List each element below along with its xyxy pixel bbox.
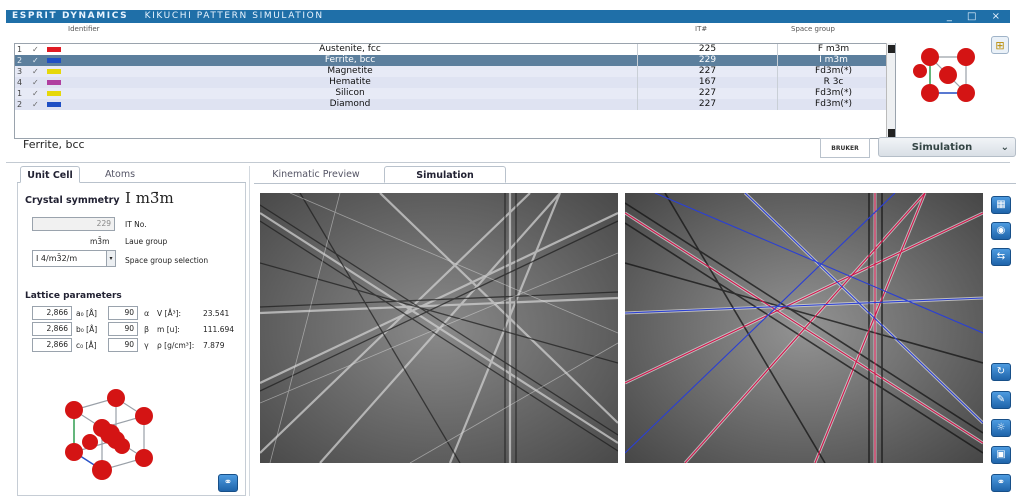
compare-icon[interactable]: ⇆ [991,248,1011,266]
density-label: ρ [g/cm³]: [157,341,195,350]
unit-cell-model-view[interactable] [50,382,160,494]
phase-color-swatch[interactable] [47,102,61,107]
alpha-symbol: α [144,309,150,318]
table-row[interactable]: 1 ✓ Austenite, fcc 225 F m3m [15,44,895,55]
phase-identifier: Ferrite, bcc [324,55,376,65]
link-icon[interactable]: ⚭ [218,474,238,492]
phase-identifier: Silicon [335,88,365,98]
crystal-symmetry-label: Crystal symmetry [25,195,120,206]
save-icon[interactable]: ▣ [991,446,1011,464]
lattice-b-label: b₀ [Å] [76,325,98,334]
tab-unit-cell[interactable]: Unit Cell [20,166,80,183]
table-row-selected[interactable]: 2 ✓ Ferrite, bcc 229 I m3m [15,55,895,66]
tab-kinematic-preview[interactable]: Kinematic Preview [256,166,376,183]
visible-checkbox[interactable]: ✓ [32,88,39,99]
lattice-b-field[interactable]: 2,866 [32,322,72,336]
phase-table-area: Identifier IT# Space group 1 ✓ Austenite… [6,23,1010,139]
lattice-c-label: c₀ [Å] [76,341,97,350]
divider [6,162,1010,163]
phase-color-swatch[interactable] [47,58,61,63]
scroll-up-arrow[interactable] [888,45,895,53]
lattice-parameters-label: Lattice parameters [25,291,122,301]
bruker-logo: BRUKER [820,138,870,158]
volume-label: V [Å³]: [157,309,182,318]
link-icon[interactable]: ⚭ [991,474,1011,492]
mass-label: m [u]: [157,325,180,334]
app-brand: ESPRIT DYNAMICS [12,11,129,21]
right-tab-underline [254,183,1016,184]
space-group-select[interactable]: I 4/m3̄2/m ▾ [32,250,116,267]
tab-simulation[interactable]: Simulation [384,166,506,183]
phase-color-swatch[interactable] [47,69,61,74]
globe-icon[interactable]: ◉ [991,222,1011,240]
visible-checkbox[interactable]: ✓ [32,44,39,55]
visible-checkbox[interactable]: ✓ [32,55,39,66]
phase-identifier: Magnetite [327,66,373,76]
selected-phase-name: Ferrite, bcc [23,138,85,151]
table-row[interactable]: 1 ✓ Silicon 227 Fd3m(*) [15,88,895,99]
lattice-c-field[interactable]: 2,866 [32,338,72,352]
gamma-symbol: γ [144,341,149,350]
app-title: KIKUCHI PATTERN SIMULATION [144,11,324,21]
brightness-icon[interactable]: ☼ [991,419,1011,437]
space-group-selection-label: Space group selection [125,256,209,265]
header-space-group[interactable]: Space group [791,25,835,33]
mass-value: 111.694 [203,325,235,334]
space-group-select-value: I 4/m3̄2/m [36,254,78,263]
header-identifier[interactable]: Identifier [68,25,100,33]
simulation-dropdown-label: Simulation [911,142,973,153]
unit-cell-3d-view[interactable] [908,35,988,115]
phase-identifier: Hematite [329,77,371,87]
phase-color-swatch[interactable] [47,80,61,85]
angle-alpha-field[interactable]: 90 [108,306,138,320]
tree-view-icon[interactable]: ⊞ [991,36,1009,54]
volume-value: 23.541 [203,309,230,318]
header-it[interactable]: IT# [695,25,707,33]
title-bar: ESPRIT DYNAMICS KIKUCHI PATTERN SIMULATI… [6,10,1010,23]
table-row[interactable]: 4 ✓ Hematite 167 R 3c [15,77,895,88]
simulation-dropdown[interactable]: Simulation ⌄ [878,137,1016,157]
table-scrollbar[interactable] [886,43,895,139]
pattern-display-icon[interactable]: ▦ [991,196,1011,214]
simulation-pattern[interactable] [625,193,983,463]
scroll-down-arrow[interactable] [888,129,895,137]
lattice-a-field[interactable]: 2,866 [32,306,72,320]
table-row[interactable]: 3 ✓ Magnetite 227 Fd3m(*) [15,66,895,77]
phase-identifier: Diamond [329,99,371,109]
phase-identifier: Austenite, fcc [319,44,381,54]
kinematic-preview-pattern[interactable] [260,193,618,463]
angle-gamma-field[interactable]: 90 [108,338,138,352]
chevron-down-icon: ⌄ [1000,142,1009,153]
beta-symbol: β [144,325,150,334]
laue-group-label: Laue group [125,237,168,246]
crystal-symmetry-symbol: I m3̄m [125,189,174,207]
visible-checkbox[interactable]: ✓ [32,77,39,88]
laue-group-value: m3̄m [90,237,110,246]
density-value: 7.879 [203,341,225,350]
phase-table: 1 ✓ Austenite, fcc 225 F m3m 2 ✓ Ferrite… [14,43,896,139]
visible-checkbox[interactable]: ✓ [32,99,39,110]
panel-splitter[interactable] [249,166,250,496]
table-row[interactable]: 2 ✓ Diamond 227 Fd3m(*) [15,99,895,110]
edit-icon[interactable]: ✎ [991,391,1011,409]
visible-checkbox[interactable]: ✓ [32,66,39,77]
it-number-field: 229 [32,217,115,231]
rotate-icon[interactable]: ↻ [991,363,1011,381]
phase-color-swatch[interactable] [47,47,61,52]
window-controls[interactable]: _ □ × [947,10,1006,23]
angle-beta-field[interactable]: 90 [108,322,138,336]
tab-atoms[interactable]: Atoms [90,166,150,183]
chevron-down-icon[interactable]: ▾ [106,251,115,266]
lattice-a-label: a₀ [Å] [76,309,97,318]
it-number-label: IT No. [125,220,147,229]
phase-color-swatch[interactable] [47,91,61,96]
